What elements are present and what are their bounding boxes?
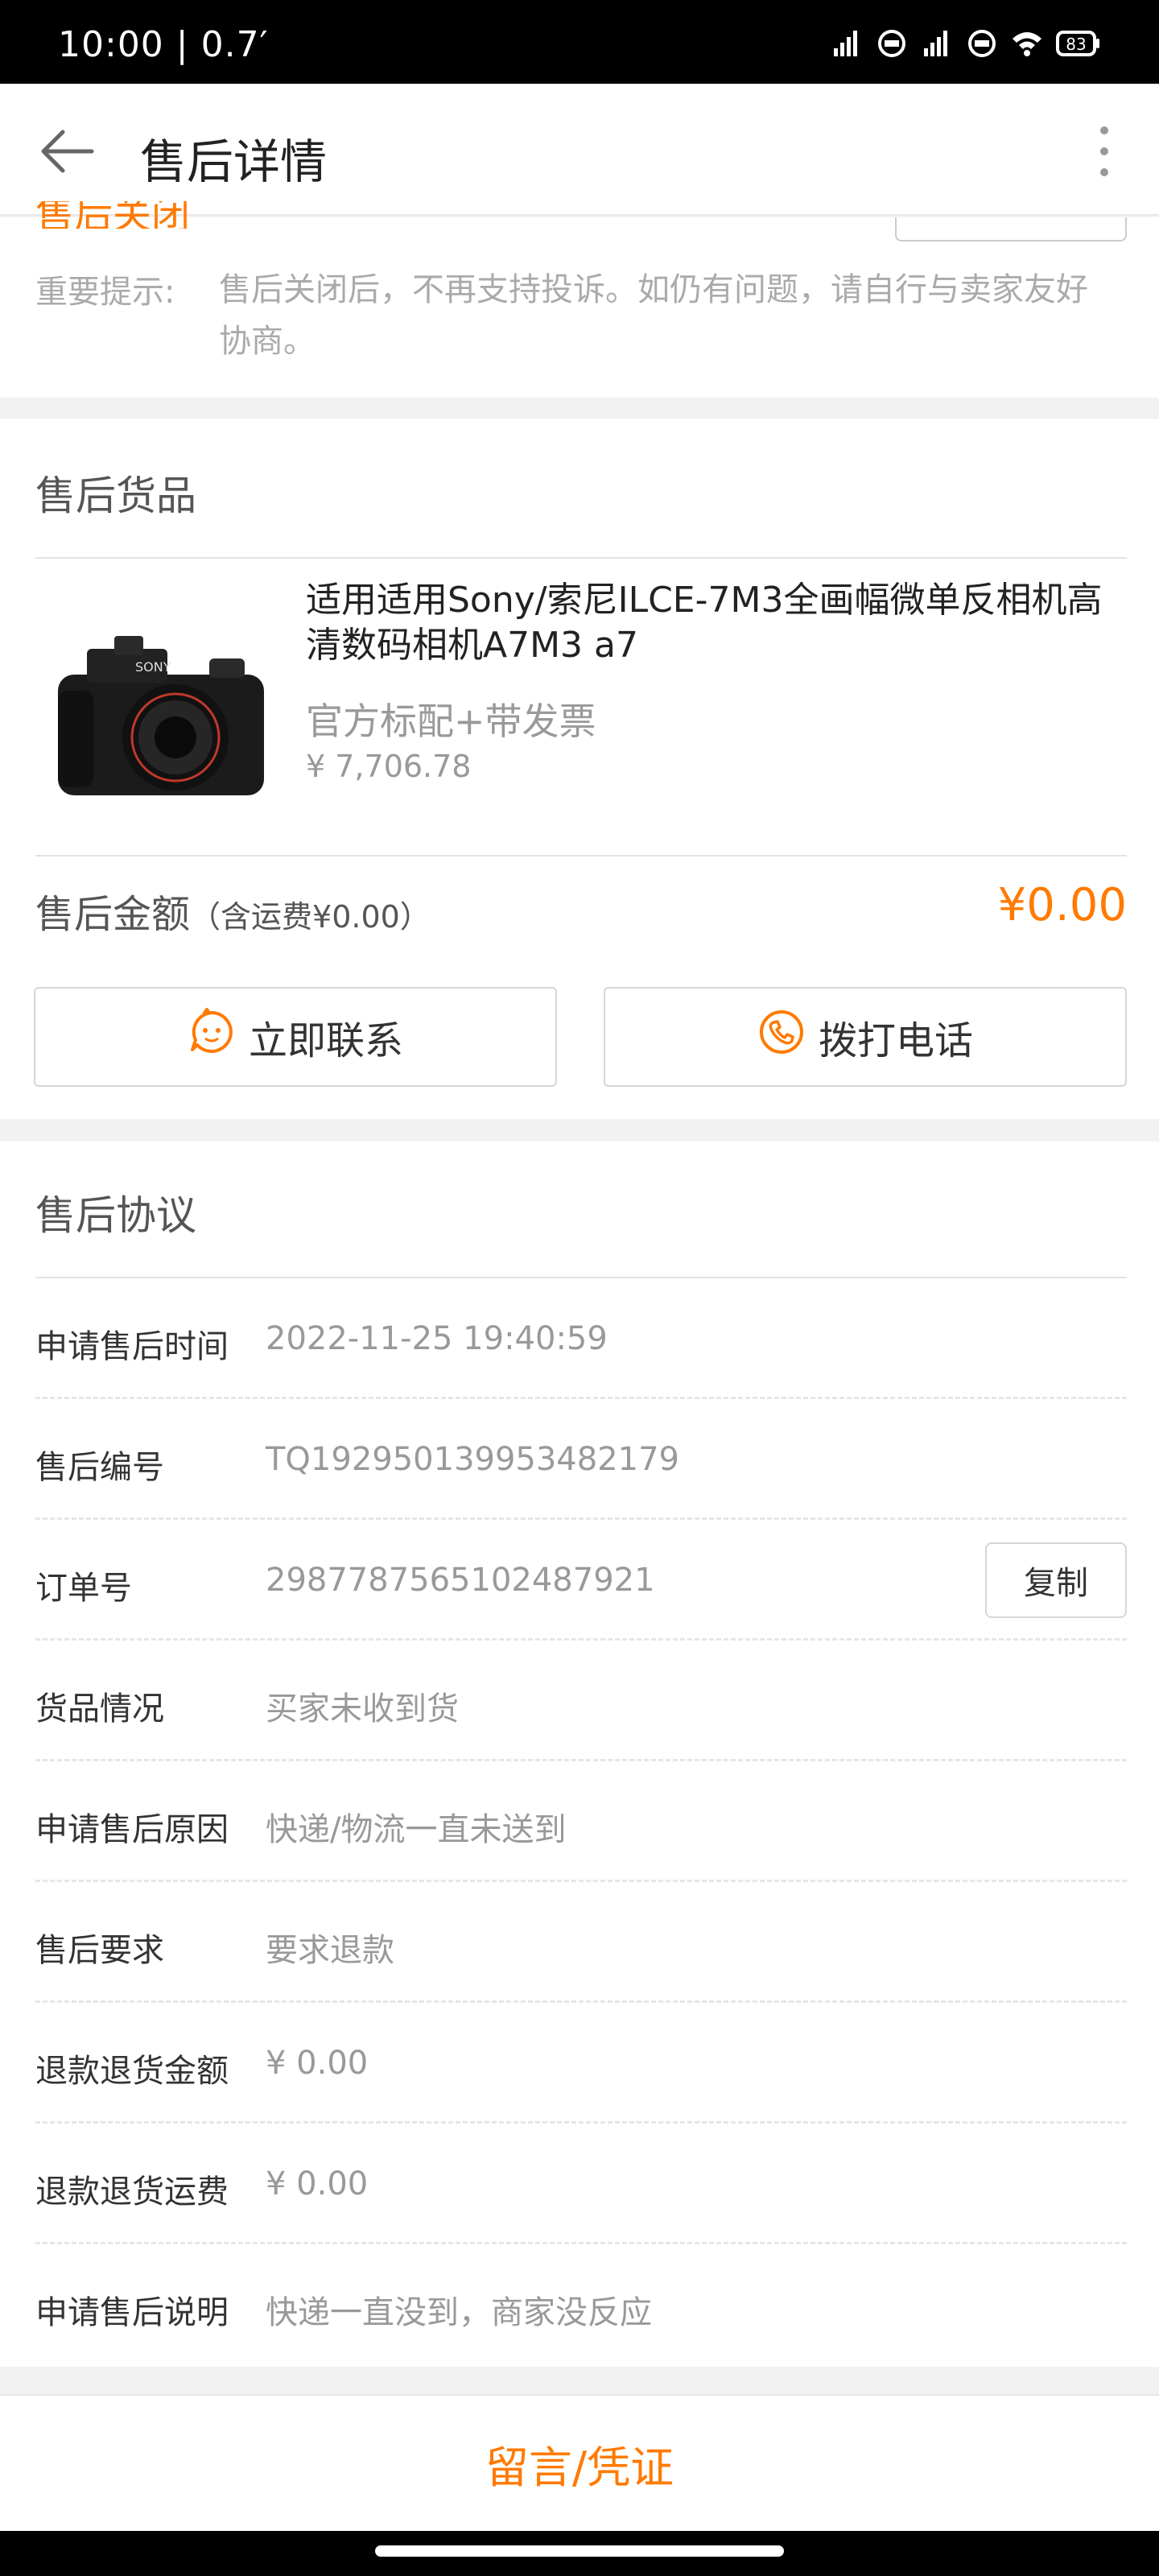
row-label: 订单号: [35, 1570, 132, 1607]
product-price: ¥ 7,706.78: [306, 749, 472, 784]
tip-label: 重要提示:: [35, 274, 175, 311]
product-image-brand: SONY: [135, 659, 171, 675]
system-nav-bar: [0, 2531, 1159, 2576]
back-arrow-icon[interactable]: [39, 122, 97, 180]
status-action-button[interactable]: [895, 217, 1127, 242]
signal-icon: [831, 27, 863, 60]
status-time: 10:00 | 0.7′: [58, 24, 269, 65]
refund-amount-value: ¥0.00: [997, 879, 1127, 931]
contact-button-label: 立即联系: [248, 1018, 403, 1063]
agreement-card: 售后协议 申请售后时间 2022-11-25 19:40:59 售后编号 TQ1…: [0, 1141, 1159, 2367]
signal-icon-2: [921, 27, 953, 60]
info-row-order-id: 订单号 2987787565102487921 复制: [35, 1520, 1127, 1641]
contact-button[interactable]: 立即联系: [34, 987, 557, 1087]
refund-amount-note: （含运费¥0.00）: [190, 899, 431, 935]
row-value: ¥ 0.00: [266, 2165, 369, 2202]
info-row-goods-status: 货品情况 买家未收到货: [35, 1641, 1127, 1761]
row-label: 申请售后说明: [35, 2294, 229, 2331]
phone-icon: [757, 1008, 806, 1066]
tip-text: 售后关闭后，不再支持投诉。如仍有问题，请自行与卖家友好协商。: [219, 271, 1088, 360]
row-value: 2022-11-25 19:40:59: [266, 1320, 608, 1357]
call-button-label: 拨打电话: [818, 1018, 973, 1063]
product-spec: 官方标配+带发票: [306, 700, 596, 743]
row-value: 买家未收到货: [266, 1690, 459, 1728]
call-button[interactable]: 拨打电话: [604, 987, 1127, 1087]
more-menu-icon[interactable]: [1079, 119, 1130, 184]
home-indicator[interactable]: [375, 2545, 784, 2557]
row-label: 售后编号: [35, 1449, 164, 1486]
info-row-request: 售后要求 要求退款: [35, 1882, 1127, 2003]
product-image[interactable]: SONY: [40, 594, 282, 836]
row-value: 2987787565102487921: [266, 1562, 655, 1599]
row-value: 快递一直没到，商家没反应: [266, 2294, 652, 2331]
row-value: 要求退款: [266, 1932, 394, 1969]
hd-icon-2: [966, 27, 998, 60]
row-label: 售后要求: [35, 1932, 164, 1969]
divider: [35, 855, 1127, 857]
notice-card: 售后关闭 重要提示: 售后关闭后，不再支持投诉。如仍有问题，请自行与卖家友好协商…: [0, 201, 1159, 398]
row-value: 快递/物流一直未送到: [266, 1811, 567, 1848]
battery-level: 83: [1066, 35, 1086, 54]
product-name[interactable]: 适用适用Sony/索尼ILCE-7M3全画幅微单反相机高清数码相机A7M3 a7: [306, 578, 1119, 668]
row-label: 退款退货运费: [35, 2174, 229, 2211]
chat-icon: [188, 1006, 236, 1066]
info-row-refund-amount: 退款退货金额 ¥ 0.00: [35, 2003, 1127, 2124]
info-row-apply-time: 申请售后时间 2022-11-25 19:40:59: [35, 1278, 1127, 1399]
goods-section-title: 售后货品: [35, 473, 196, 519]
agreement-section-title: 售后协议: [35, 1192, 196, 1239]
row-label: 申请售后原因: [35, 1811, 229, 1848]
row-label: 申请售后时间: [35, 1328, 229, 1365]
after-sale-status: 售后关闭: [35, 201, 191, 229]
refund-amount-label-text: 售后金额: [35, 892, 191, 937]
divider: [35, 557, 1127, 559]
row-value: TQ192950139953482179: [266, 1441, 680, 1478]
row-value: ¥ 0.00: [266, 2045, 369, 2082]
info-row-reason: 申请售后原因 快递/物流一直未送到: [35, 1761, 1127, 1882]
battery-icon: 83: [1056, 27, 1101, 60]
nav-bar: 售后详情: [0, 84, 1159, 216]
info-row-description: 申请售后说明 快递一直没到，商家没反应: [35, 2244, 1127, 2365]
status-icons: 83: [831, 27, 1101, 60]
copy-order-id-button[interactable]: 复制: [985, 1542, 1127, 1618]
row-label: 货品情况: [35, 1690, 164, 1728]
message-evidence-button[interactable]: 留言/凭证: [0, 2394, 1159, 2531]
wifi-icon: [1011, 27, 1043, 60]
info-row-after-sale-id: 售后编号 TQ192950139953482179: [35, 1399, 1127, 1520]
refund-amount-label: 售后金额（含运费¥0.00）: [35, 882, 431, 939]
info-row-refund-shipping: 退款退货运费 ¥ 0.00: [35, 2124, 1127, 2244]
row-label: 退款退货金额: [35, 2053, 229, 2090]
hd-icon: [876, 27, 908, 60]
page-title: 售后详情: [140, 134, 328, 189]
status-bar: 10:00 | 0.7′ 83: [0, 0, 1159, 84]
goods-card: 售后货品 SONY 适用适用Sony/索尼ILCE-7M3全画幅微单反相机高清数…: [0, 419, 1159, 1119]
